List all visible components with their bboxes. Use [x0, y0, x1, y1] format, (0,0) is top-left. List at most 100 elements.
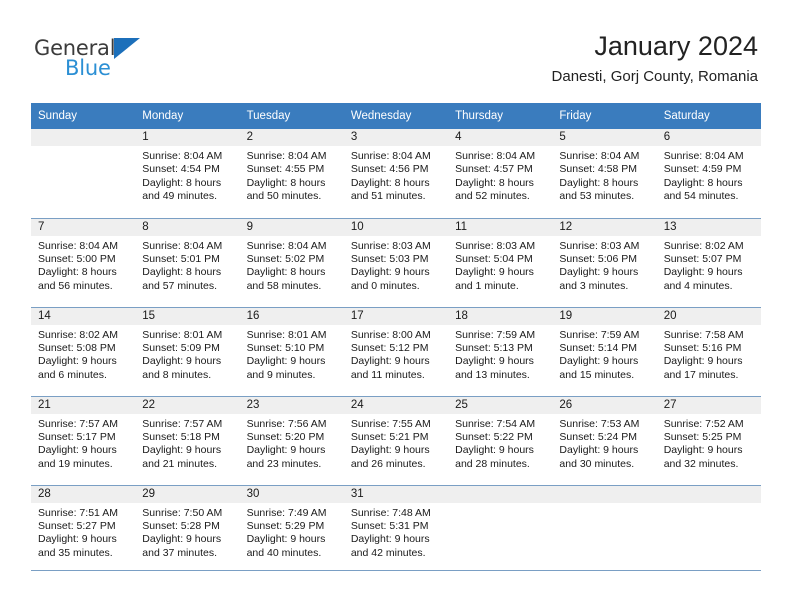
day-details: Sunrise: 7:56 AM Sunset: 5:20 PM Daylight:…	[240, 414, 344, 472]
calendar-day-cell[interactable]: 9 Sunrise: 8:04 AM Sunset: 5:02 PM Daylight…	[239, 218, 344, 307]
calendar-day-cell[interactable]: 26 Sunrise: 7:53 AM Sunset: 5:24 PM Dayligh…	[552, 396, 657, 485]
day-details: Sunrise: 7:55 AM Sunset: 5:21 PM Daylight:…	[344, 414, 448, 472]
daylight-text: Daylight: 9 hours and 1 minute.	[455, 266, 534, 292]
sunrise-text: Sunrise: 7:52 AM	[663, 417, 744, 430]
calendar-day-cell[interactable]: 23 Sunrise: 7:56 AM Sunset: 5:20 PM Dayligh…	[239, 396, 344, 485]
daylight-text: Daylight: 9 hours and 6 minutes.	[38, 355, 117, 381]
calendar-day-cell[interactable]: 24 Sunrise: 7:55 AM Sunset: 5:21 PM Dayligh…	[343, 396, 449, 485]
daylight-text: Daylight: 9 hours and 19 minutes.	[38, 444, 117, 470]
sunset-text: Sunset: 4:59 PM	[663, 163, 742, 176]
calendar-day-cell[interactable]: 12 Sunrise: 8:03 AM Sunset: 5:06 PM Dayligh…	[552, 218, 657, 307]
general-blue-logo[interactable]: General Blue	[34, 36, 234, 84]
calendar-day-cell[interactable]: 14 Sunrise: 8:02 AM Sunset: 5:08 PM Dayligh…	[31, 307, 136, 396]
calendar-day-cell[interactable]: 5 Sunrise: 8:04 AM Sunset: 4:58 PM Daylight…	[552, 129, 657, 217]
sunset-text: Sunset: 4:55 PM	[246, 163, 325, 176]
daylight-text: Daylight: 9 hours and 21 minutes.	[142, 444, 222, 470]
day-details: Sunrise: 7:48 AM Sunset: 5:31 PM Daylight:…	[344, 503, 448, 561]
calendar-day-cell[interactable]: 10 Sunrise: 8:03 AM Sunset: 5:03 PM Dayligh…	[343, 218, 449, 307]
calendar-day-cell[interactable]: 15 Sunrise: 8:01 AM Sunset: 5:09 PM Dayligh…	[135, 307, 240, 396]
day-details: Sunrise: 7:57 AM Sunset: 5:17 PM Daylight:…	[31, 414, 135, 472]
sunset-text: Sunset: 5:09 PM	[142, 341, 220, 354]
calendar-day-cell[interactable]: 25 Sunrise: 7:54 AM Sunset: 5:22 PM Dayligh…	[448, 396, 553, 485]
sunrise-text: Sunrise: 8:01 AM	[142, 328, 223, 341]
calendar-week-row: 14 Sunrise: 8:02 AM Sunset: 5:08 PM Dayligh…	[31, 306, 761, 396]
sunrise-text: Sunrise: 8:04 AM	[455, 150, 536, 162]
calendar-header-row: Sunday Monday Tuesday Wednesday Thursday Frid…	[31, 103, 761, 129]
day-details: Sunrise: 8:03 AM Sunset: 5:03 PM Daylight:…	[344, 236, 448, 294]
calendar-day-cell[interactable]: 31 Sunrise: 7:48 AM Sunset: 5:31 PM Dayligh…	[343, 485, 449, 574]
sunset-text: Sunset: 4:56 PM	[350, 163, 429, 176]
calendar-day-cell[interactable]: 16 Sunrise: 8:01 AM Sunset: 5:10 PM Dayligh…	[239, 307, 344, 396]
calendar-day-cell[interactable]: 30 Sunrise: 7:49 AM Sunset: 5:29 PM Dayligh…	[239, 485, 344, 574]
sunset-text: Sunset: 4:54 PM	[142, 163, 220, 176]
weekday-header-tuesday: Tuesday	[239, 103, 344, 129]
sunset-text: Sunset: 5:14 PM	[559, 341, 638, 354]
sunrise-text: Sunrise: 8:01 AM	[246, 328, 327, 341]
calendar-day-cell[interactable]: 3 Sunrise: 8:04 AM Sunset: 4:56 PM Daylight…	[343, 129, 449, 217]
day-number: 29	[135, 485, 240, 503]
day-number: 24	[343, 396, 449, 414]
sunrise-text: Sunrise: 8:02 AM	[38, 328, 118, 341]
day-number: 28	[31, 485, 136, 503]
sunset-text: Sunset: 5:16 PM	[663, 341, 742, 354]
day-number: 22	[135, 396, 240, 414]
calendar-day-cell[interactable]: 29 Sunrise: 7:50 AM Sunset: 5:28 PM Dayligh…	[135, 485, 240, 574]
sunset-text: Sunset: 5:21 PM	[350, 430, 429, 443]
calendar-day-cell[interactable]: 11 Sunrise: 8:03 AM Sunset: 5:04 PM Dayligh…	[448, 218, 553, 307]
calendar-week-row: 21 Sunrise: 7:57 AM Sunset: 5:17 PM Dayligh…	[31, 395, 761, 485]
day-number: 21	[31, 396, 136, 414]
calendar-day-cell[interactable]: 13 Sunrise: 8:02 AM Sunset: 5:07 PM Dayligh…	[656, 218, 761, 307]
calendar-bottom-rule	[31, 570, 761, 571]
page-title: January 2024	[594, 31, 758, 61]
weekday-header-friday: Friday	[552, 103, 657, 129]
daylight-text: Daylight: 9 hours and 8 minutes.	[142, 355, 222, 381]
calendar-day-cell[interactable]: 17 Sunrise: 8:00 AM Sunset: 5:12 PM Dayligh…	[343, 307, 449, 396]
day-number: 20	[656, 307, 761, 325]
sunset-text: Sunset: 5:07 PM	[663, 252, 742, 265]
day-number	[448, 485, 553, 503]
sunrise-text: Sunrise: 8:04 AM	[559, 150, 640, 162]
day-number: 2	[239, 129, 344, 146]
calendar-day-cell-empty	[656, 485, 761, 574]
weekday-header-sunday: Sunday	[31, 103, 136, 129]
calendar-day-cell[interactable]: 27 Sunrise: 7:52 AM Sunset: 5:25 PM Dayligh…	[656, 396, 761, 485]
daylight-text: Daylight: 9 hours and 23 minutes.	[246, 444, 326, 470]
daylight-text: Daylight: 9 hours and 35 minutes.	[38, 533, 117, 559]
calendar-day-cell[interactable]: 2 Sunrise: 8:04 AM Sunset: 4:55 PM Daylight…	[239, 129, 344, 217]
sunrise-text: Sunrise: 8:04 AM	[246, 150, 327, 162]
calendar-day-cell[interactable]: 28 Sunrise: 7:51 AM Sunset: 5:27 PM Dayligh…	[31, 485, 136, 574]
day-details: Sunrise: 8:00 AM Sunset: 5:12 PM Daylight:…	[344, 325, 448, 383]
sunrise-text: Sunrise: 8:04 AM	[663, 150, 744, 162]
calendar-day-cell[interactable]: 4 Sunrise: 8:04 AM Sunset: 4:57 PM Daylight…	[448, 129, 553, 217]
calendar-day-cell[interactable]: 8 Sunrise: 8:04 AM Sunset: 5:01 PM Daylight…	[135, 218, 240, 307]
day-details: Sunrise: 7:49 AM Sunset: 5:29 PM Daylight:…	[240, 503, 344, 561]
logo-top-row: General	[34, 36, 234, 60]
calendar-week-row: 7 Sunrise: 8:04 AM Sunset: 5:00 PM Daylight…	[31, 217, 761, 307]
day-details: Sunrise: 8:01 AM Sunset: 5:09 PM Daylight:…	[135, 325, 239, 383]
day-details: Sunrise: 8:04 AM Sunset: 4:59 PM Daylight:…	[657, 146, 761, 204]
sunset-text: Sunset: 5:17 PM	[38, 430, 116, 443]
calendar-day-cell[interactable]: 19 Sunrise: 7:59 AM Sunset: 5:14 PM Dayligh…	[552, 307, 657, 396]
sunset-text: Sunset: 5:12 PM	[350, 341, 429, 354]
calendar-grid: Sunday Monday Tuesday Wednesday Thursday Frid…	[31, 103, 761, 574]
sunrise-text: Sunrise: 7:59 AM	[559, 328, 640, 341]
day-number: 18	[448, 307, 553, 325]
calendar-day-cell[interactable]: 6 Sunrise: 8:04 AM Sunset: 4:59 PM Daylight…	[656, 129, 761, 217]
calendar-day-cell[interactable]: 20 Sunrise: 7:58 AM Sunset: 5:16 PM Dayligh…	[656, 307, 761, 396]
calendar-day-cell[interactable]: 22 Sunrise: 7:57 AM Sunset: 5:18 PM Dayligh…	[135, 396, 240, 485]
day-details: Sunrise: 8:03 AM Sunset: 5:04 PM Daylight:…	[448, 236, 552, 294]
day-details: Sunrise: 8:04 AM Sunset: 5:02 PM Daylight:…	[240, 236, 344, 294]
calendar-day-cell[interactable]: 21 Sunrise: 7:57 AM Sunset: 5:17 PM Dayligh…	[31, 396, 136, 485]
day-number: 26	[552, 396, 657, 414]
calendar-day-cell[interactable]: 1 Sunrise: 8:04 AM Sunset: 4:54 PM Daylight…	[135, 129, 240, 217]
daylight-text: Daylight: 9 hours and 37 minutes.	[142, 533, 222, 559]
daylight-text: Daylight: 8 hours and 56 minutes.	[38, 266, 117, 292]
weekday-header-thursday: Thursday	[448, 103, 553, 129]
calendar-day-cell[interactable]: 18 Sunrise: 7:59 AM Sunset: 5:13 PM Dayligh…	[448, 307, 553, 396]
day-number: 10	[343, 218, 449, 236]
day-number	[552, 485, 657, 503]
calendar-day-cell[interactable]: 7 Sunrise: 8:04 AM Sunset: 5:00 PM Daylight…	[31, 218, 136, 307]
sunset-text: Sunset: 5:08 PM	[38, 341, 116, 354]
day-number: 5	[552, 129, 657, 146]
page-subtitle: Danesti, Gorj County, Romania	[551, 68, 758, 85]
